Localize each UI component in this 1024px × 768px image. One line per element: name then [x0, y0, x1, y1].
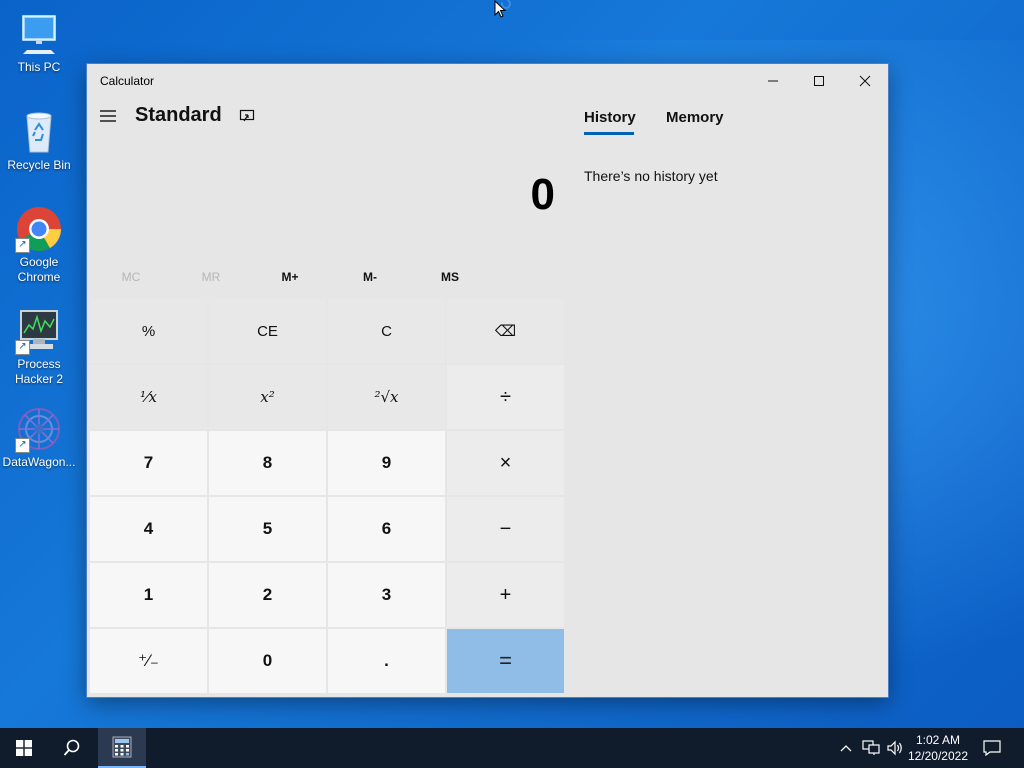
memory-clear-button[interactable]: MC [91, 270, 171, 284]
digit-7-button[interactable]: 7 [90, 431, 207, 495]
notification-icon [983, 740, 1001, 756]
memory-subtract-button[interactable]: M- [330, 270, 410, 284]
desktop-icon-label: Chrome [17, 270, 61, 284]
digit-3-button[interactable]: 3 [328, 563, 445, 627]
digit-1-button[interactable]: 1 [90, 563, 207, 627]
chrome-icon: ↗ [15, 205, 63, 253]
square-root-button[interactable]: ²√x [328, 365, 445, 429]
desktop-icon-label: Google [19, 255, 59, 269]
process-hacker-icon: ↗ [15, 307, 63, 355]
active-tab-indicator [584, 132, 634, 135]
calculator-mode-title: Standard [135, 104, 222, 126]
network-button[interactable] [859, 728, 883, 768]
digit-6-button[interactable]: 6 [328, 497, 445, 561]
search-icon [63, 739, 80, 756]
show-hidden-icons-button[interactable] [836, 728, 856, 768]
square-button[interactable]: x² [209, 365, 326, 429]
maximize-button[interactable] [796, 64, 842, 98]
tab-memory[interactable]: Memory [666, 109, 724, 126]
maximize-icon [814, 76, 824, 86]
reciprocal-label: ¹⁄x [140, 388, 157, 406]
square-label: x² [260, 388, 275, 406]
taskbar-clock[interactable]: 1:02 AM 12/20/2022 [908, 732, 968, 764]
desktop-icon-recycle-bin[interactable]: Recycle Bin [0, 108, 78, 173]
taskbar-calculator-button[interactable] [98, 728, 146, 768]
calculator-display: 0 [530, 170, 555, 219]
clock-time: 1:02 AM [915, 733, 960, 747]
navigation-menu-button[interactable] [99, 109, 117, 123]
desktop-icon-label: This PC [17, 60, 61, 74]
this-pc-icon [15, 10, 63, 58]
hamburger-menu-icon [100, 110, 116, 122]
desktop-icon-label: Process [17, 357, 61, 371]
memory-row: MC MR M+ M- MS [91, 264, 491, 292]
backspace-icon: ⌫ [494, 323, 517, 340]
history-empty-message: There’s no history yet [584, 168, 718, 184]
digit-8-button[interactable]: 8 [209, 431, 326, 495]
minimize-icon [768, 80, 778, 82]
digit-2-button[interactable]: 2 [209, 563, 326, 627]
desktop-icon-this-pc[interactable]: This PC [0, 10, 78, 75]
network-icon [862, 740, 880, 755]
percent-button[interactable]: % [90, 299, 207, 363]
start-button[interactable] [0, 728, 48, 768]
desktop-icon-google-chrome[interactable]: ↗ Google Chrome [0, 205, 78, 285]
decimal-point-button[interactable]: . [328, 629, 445, 693]
desktop-icon-label: DataWagon... [2, 455, 76, 469]
tab-history[interactable]: History [584, 109, 636, 126]
digit-4-button[interactable]: 4 [90, 497, 207, 561]
memory-store-button[interactable]: MS [410, 270, 490, 284]
add-button[interactable]: + [447, 563, 564, 627]
digit-0-button[interactable]: 0 [209, 629, 326, 693]
keypad: % CE C ⌫ ¹⁄x x² ²√x ÷ 7 8 9 × 4 5 6 − 1 … [90, 299, 564, 693]
desktop-icon-label: Hacker 2 [14, 372, 64, 386]
reciprocal-button[interactable]: ¹⁄x [90, 365, 207, 429]
title-bar[interactable]: Calculator [87, 64, 888, 98]
digit-5-button[interactable]: 5 [209, 497, 326, 561]
equals-button[interactable]: = [447, 629, 564, 693]
recycle-bin-icon [15, 108, 63, 156]
memory-recall-button[interactable]: MR [171, 270, 251, 284]
chevron-up-icon [840, 745, 852, 752]
search-button[interactable] [48, 728, 96, 768]
close-icon [859, 75, 871, 87]
mouse-cursor-icon [494, 0, 516, 27]
volume-button[interactable] [883, 728, 907, 768]
divide-button[interactable]: ÷ [447, 365, 564, 429]
calculator-window: Calculator Standard 0 MC MR M+ M- MS % C… [87, 64, 888, 697]
speaker-icon [887, 740, 902, 756]
calculator-app-icon [112, 736, 132, 758]
clear-entry-button[interactable]: CE [209, 299, 326, 363]
clear-button[interactable]: C [328, 299, 445, 363]
square-root-label: ²√x [374, 388, 399, 406]
close-button[interactable] [842, 64, 888, 98]
desktop-icon-label: Recycle Bin [7, 158, 71, 172]
subtract-button[interactable]: − [447, 497, 564, 561]
negate-button[interactable]: ⁺⁄₋ [90, 629, 207, 693]
shortcut-arrow-icon: ↗ [15, 340, 30, 355]
window-title: Calculator [100, 74, 155, 88]
shortcut-arrow-icon: ↗ [15, 438, 30, 453]
memory-add-button[interactable]: M+ [250, 270, 330, 284]
multiply-button[interactable]: × [447, 431, 564, 495]
desktop-icon-datawagon[interactable]: ↗ DataWagon... [0, 405, 78, 470]
desktop-icon-process-hacker[interactable]: ↗ Process Hacker 2 [0, 307, 78, 387]
backspace-button[interactable]: ⌫ [447, 299, 564, 363]
minimize-button[interactable] [750, 64, 796, 98]
digit-9-button[interactable]: 9 [328, 431, 445, 495]
action-center-button[interactable] [976, 728, 1008, 768]
windows-logo-icon [16, 740, 32, 756]
keep-on-top-button[interactable] [239, 109, 255, 123]
clock-date: 12/20/2022 [907, 749, 968, 763]
keep-on-top-icon [239, 109, 255, 122]
taskbar: 1:02 AM 12/20/2022 [0, 728, 1024, 768]
datawagon-icon: ↗ [15, 405, 63, 453]
shortcut-arrow-icon: ↗ [15, 238, 30, 253]
